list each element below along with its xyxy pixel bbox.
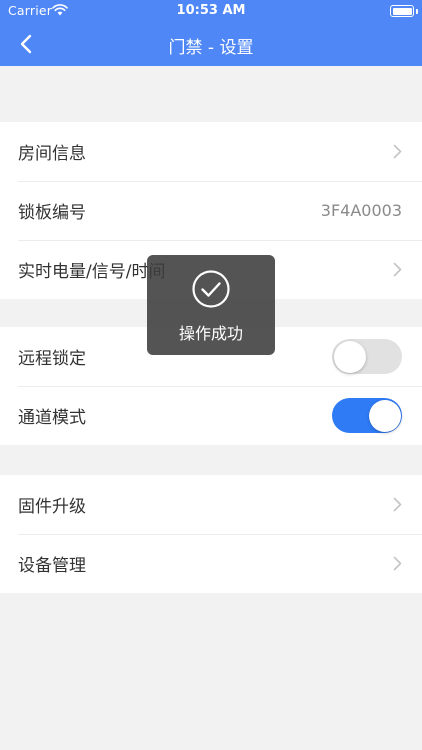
toggle-knob <box>333 340 366 373</box>
remote-lock-toggle[interactable] <box>332 339 402 374</box>
lock-board-number-label: 锁板编号 <box>18 203 86 223</box>
passage-mode-label: 通道模式 <box>18 408 86 428</box>
chevron-right-icon <box>393 144 402 159</box>
success-toast: 操作成功 <box>147 255 275 355</box>
chevron-right-icon <box>393 262 402 277</box>
device-management-label: 设备管理 <box>18 556 86 576</box>
lock-board-number-value: 3F4A0003 <box>320 201 402 220</box>
status-bar: Carrier 10:53 AM <box>0 0 422 22</box>
chevron-right-icon <box>393 556 402 571</box>
settings-screen: Carrier 10:53 AM 门禁 - 设置 房间信息 锁板编号 3F4A0… <box>0 0 422 750</box>
remote-lock-label: 远程锁定 <box>18 349 86 369</box>
checkmark-circle-icon <box>192 270 230 308</box>
device-management-row[interactable]: 设备管理 <box>0 534 422 593</box>
firmware-upgrade-label: 固件升级 <box>18 497 86 517</box>
toast-message: 操作成功 <box>178 324 243 343</box>
battery-icon <box>390 5 414 17</box>
room-info-row[interactable]: 房间信息 <box>0 122 422 181</box>
passage-mode-toggle[interactable] <box>332 398 402 433</box>
firmware-upgrade-row[interactable]: 固件升级 <box>0 475 422 534</box>
device-group: 固件升级 设备管理 <box>0 475 422 593</box>
realtime-status-label: 实时电量/信号/时间 <box>18 262 166 282</box>
chevron-right-icon <box>393 497 402 512</box>
clock: 10:53 AM <box>176 3 246 18</box>
lock-board-number-row: 锁板编号 3F4A0003 <box>0 181 422 240</box>
nav-bar: 门禁 - 设置 <box>0 22 422 66</box>
toggle-knob <box>368 399 401 432</box>
room-info-label: 房间信息 <box>18 144 86 164</box>
passage-mode-row: 通道模式 <box>0 386 422 445</box>
header: Carrier 10:53 AM 门禁 - 设置 <box>0 0 422 66</box>
page-title: 门禁 - 设置 <box>168 38 254 58</box>
battery-tip <box>416 8 418 14</box>
